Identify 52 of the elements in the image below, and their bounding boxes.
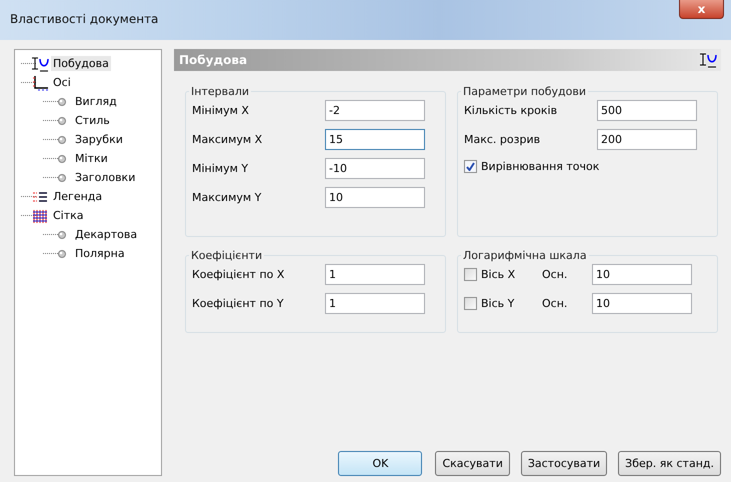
checkbox-label: Вирівнювання точок bbox=[481, 160, 600, 172]
checkbox[interactable] bbox=[464, 268, 477, 281]
field-label: Осн. bbox=[542, 268, 568, 281]
tree-item[interactable]: Сітка bbox=[51, 208, 86, 223]
input-field[interactable]: 1 bbox=[325, 264, 425, 285]
group-title: Параметри побудови bbox=[462, 85, 588, 98]
input-field[interactable]: -10 bbox=[325, 158, 425, 179]
checkbox-label: Вісь Y bbox=[481, 297, 514, 310]
input-field[interactable]: 200 bbox=[597, 129, 697, 150]
input-field[interactable]: -2 bbox=[325, 100, 425, 121]
tree-item[interactable]: Вигляд bbox=[73, 94, 119, 109]
input-field[interactable]: 500 bbox=[597, 100, 697, 121]
field-label: Максимум X bbox=[192, 133, 264, 146]
tree-item[interactable]: Заголовки bbox=[73, 170, 138, 185]
input-field[interactable]: 15 bbox=[325, 129, 425, 150]
input-field[interactable]: 10 bbox=[592, 293, 692, 314]
tree-item[interactable]: Побудова bbox=[51, 56, 111, 71]
input-field[interactable]: 10 bbox=[325, 187, 425, 208]
group-title: Інтервали bbox=[190, 85, 250, 98]
tree-item[interactable]: Легенда bbox=[51, 189, 104, 204]
dialog-button[interactable]: Застосувати bbox=[520, 451, 608, 476]
field-label: Коефіцієнт по Y bbox=[192, 297, 285, 310]
input-field[interactable]: 10 bbox=[592, 264, 692, 285]
field-label: Кількість кроків bbox=[464, 104, 558, 117]
group-title: Логарифмічна шкала bbox=[462, 249, 588, 262]
field-label: Максимум Y bbox=[192, 191, 262, 204]
input-field[interactable]: 1 bbox=[325, 293, 425, 314]
axes-icon bbox=[31, 74, 49, 90]
checkbox[interactable] bbox=[464, 160, 477, 172]
field-label: Осн. bbox=[542, 297, 568, 310]
checkbox[interactable] bbox=[464, 297, 477, 310]
dialog-button[interactable]: Збер. як станд. bbox=[618, 451, 721, 476]
field-label: Мінімум Y bbox=[192, 162, 250, 175]
tree-item[interactable]: Мітки bbox=[73, 151, 110, 166]
tree-item[interactable]: Полярна bbox=[73, 246, 127, 261]
dialog-button[interactable]: OK bbox=[338, 451, 422, 476]
dialog-button[interactable]: Скасувати bbox=[435, 451, 510, 476]
tree-item[interactable]: Осі bbox=[51, 75, 73, 90]
field-label: Коефіцієнт по X bbox=[192, 268, 286, 281]
field-label: Макс. розрив bbox=[464, 133, 542, 146]
grid-icon bbox=[31, 208, 49, 224]
tree-item[interactable]: Зарубки bbox=[73, 132, 125, 147]
tree-item[interactable]: Стиль bbox=[73, 113, 112, 128]
curve-icon bbox=[31, 56, 49, 72]
group-title: Коефіцієнти bbox=[190, 249, 264, 262]
check-icon bbox=[466, 162, 475, 170]
window-title: Властивості документа bbox=[9, 11, 158, 26]
curve-icon bbox=[699, 52, 717, 68]
field-label: Мінімум X bbox=[192, 104, 250, 117]
tree-item[interactable]: Декартова bbox=[73, 227, 140, 242]
panel-title: Побудова bbox=[179, 53, 248, 67]
checkbox-label: Вісь X bbox=[481, 268, 516, 281]
